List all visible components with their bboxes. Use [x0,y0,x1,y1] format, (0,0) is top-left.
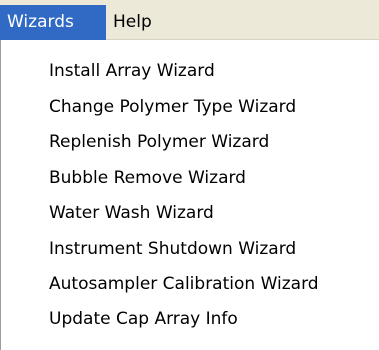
menu-item-change-polymer-type-wizard[interactable]: Change Polymer Type Wizard [49,90,296,124]
wizards-dropdown-menu: Install Array Wizard Change Polymer Type… [0,40,379,350]
menu-item-replenish-polymer-wizard[interactable]: Replenish Polymer Wizard [49,125,269,159]
menu-item-instrument-shutdown-wizard[interactable]: Instrument Shutdown Wizard [49,232,296,266]
menu-wizards[interactable]: Wizards [0,5,106,40]
menu-help[interactable]: Help [106,5,166,40]
menu-item-update-cap-array-info[interactable]: Update Cap Array Info [49,302,238,336]
menu-item-autosampler-calibration-wizard[interactable]: Autosampler Calibration Wizard [49,267,319,301]
menu-item-water-wash-wizard[interactable]: Water Wash Wizard [49,196,214,230]
menu-item-bubble-remove-wizard[interactable]: Bubble Remove Wizard [49,161,246,195]
menu-bar: Wizards Help [0,0,379,40]
menu-item-install-array-wizard[interactable]: Install Array Wizard [49,54,215,88]
